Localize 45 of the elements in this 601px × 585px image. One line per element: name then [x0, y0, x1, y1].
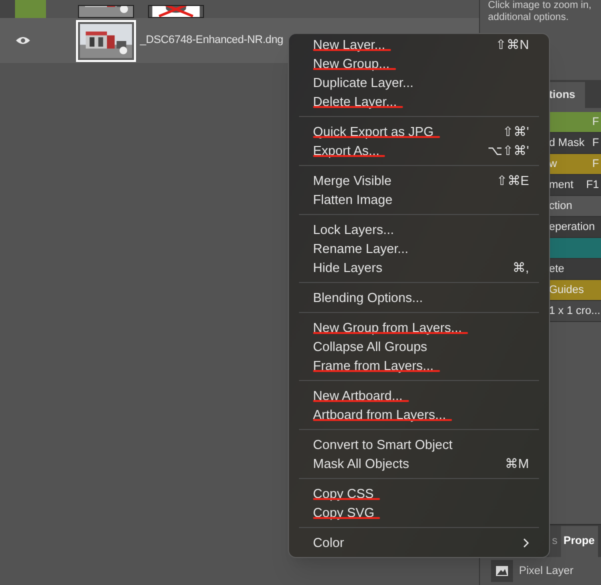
menu-item[interactable]: Lock Layers...	[289, 220, 549, 239]
eye-icon[interactable]	[16, 36, 30, 45]
action-label: Guides	[549, 282, 584, 298]
action-label: ete	[549, 262, 564, 277]
menu-item[interactable]: Mask All Objects ⌘M	[289, 454, 549, 473]
action-row[interactable]: ete	[549, 259, 601, 280]
shortcut-label: ⌥⇧⌘'	[488, 142, 529, 160]
menu-item[interactable]: Hide Layers ⌘,	[289, 258, 549, 277]
menu-item[interactable]: Delete Layer...	[289, 92, 549, 111]
action-label: ment	[549, 178, 574, 193]
menu-item[interactable]: Quick Export as JPG ⇧⌘'	[289, 122, 549, 141]
menu-item[interactable]: Export As... ⌥⇧⌘'	[289, 141, 549, 160]
shortcut-label: ⇧⌘'	[502, 122, 529, 141]
menu-item[interactable]: Collapse All Groups	[289, 337, 549, 356]
menu-item[interactable]: Flatten Image	[289, 190, 549, 209]
action-label: ction	[549, 198, 572, 214]
shortcut-label: ⇧⌘E	[496, 172, 529, 190]
menu-item[interactable]: Rename Layer...	[289, 239, 549, 258]
menu-item[interactable]: Frame from Layers...	[289, 356, 549, 375]
action-label: eperation	[549, 220, 595, 235]
panel-tab[interactable]: tions	[549, 82, 585, 108]
action-shortcut: F	[592, 156, 599, 172]
layer-name: _DSC6748-Enhanced-NR.dng	[140, 33, 284, 48]
action-shortcut: F	[592, 114, 599, 130]
menu-item[interactable]: Duplicate Layer...	[289, 73, 549, 92]
image-icon	[491, 560, 513, 582]
menu-item[interactable]: New Artboard...	[289, 386, 549, 405]
panel-tab[interactable]: Prope	[560, 526, 598, 557]
layer-type-label: Pixel Layer	[519, 564, 574, 579]
menu-item[interactable]: New Group from Layers...	[289, 318, 549, 337]
action-shortcut: F1	[586, 178, 599, 193]
menu-item[interactable]: Color	[289, 533, 549, 552]
shortcut-label: ⌘M	[505, 454, 529, 473]
info-text: Click image to zoom in,	[488, 0, 592, 12]
menu-item[interactable]: Blending Options...	[289, 288, 549, 307]
menu-item[interactable]: Convert to Smart Object	[289, 435, 549, 454]
info-text: additional options.	[488, 12, 570, 24]
action-row[interactable]: eperation	[549, 217, 601, 238]
menu-item[interactable]: Artboard from Layers...	[289, 405, 549, 424]
action-shortcut: F	[592, 136, 599, 151]
panel-gutter	[0, 0, 15, 18]
action-row[interactable]: ment F1	[549, 175, 601, 196]
shortcut-label: ⌘,	[512, 258, 529, 277]
shortcut-label: ⇧⌘N	[496, 36, 529, 54]
menu-item[interactable]: Merge Visible ⇧⌘E	[289, 171, 549, 190]
